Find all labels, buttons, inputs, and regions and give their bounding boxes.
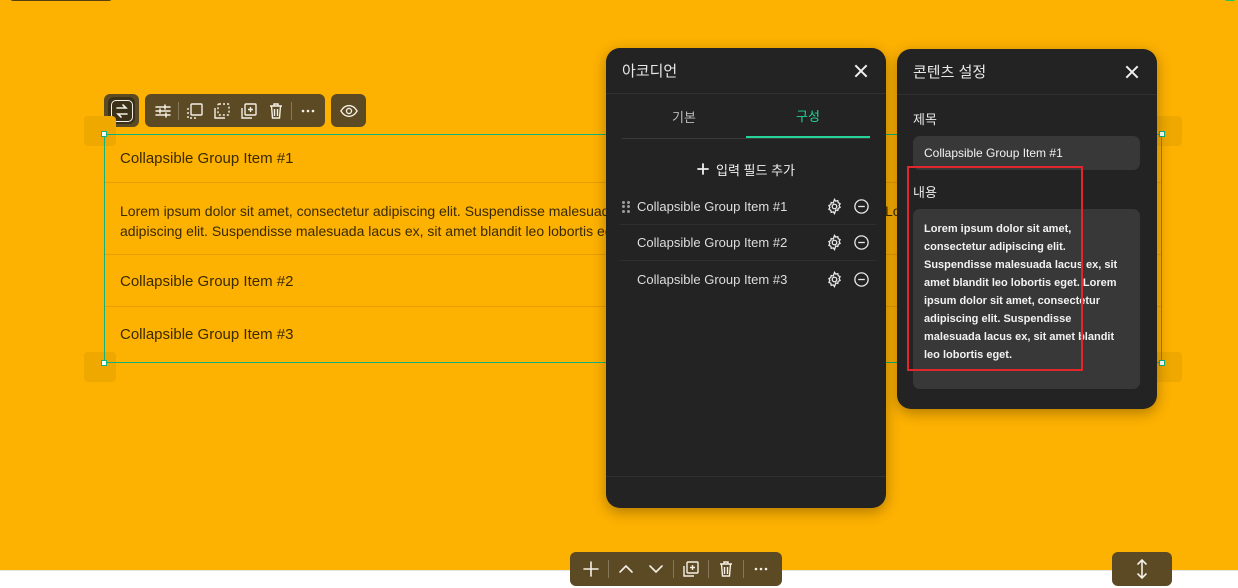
remove-circle-icon[interactable] <box>853 234 870 251</box>
field-item[interactable]: Collapsible Group Item #2 <box>620 225 876 261</box>
accordion-item-title: Collapsible Group Item #2 <box>120 272 294 290</box>
panel-title: 아코디언 <box>622 63 678 80</box>
plus-icon <box>583 561 599 577</box>
chevron-down-icon <box>649 565 663 574</box>
tab-basic[interactable]: 기본 <box>622 94 746 138</box>
settings-sliders-button[interactable] <box>149 97 176 124</box>
close-icon[interactable] <box>1125 65 1139 79</box>
sliders-icon <box>154 103 171 118</box>
duplicate-icon <box>683 561 699 577</box>
top-section-tab <box>10 0 112 1</box>
field-item[interactable]: Collapsible Group Item #3 <box>620 261 876 297</box>
content-textarea[interactable]: Lorem ipsum dolor sit amet, consectetur … <box>913 209 1140 389</box>
element-toolbar <box>104 94 366 128</box>
add-field-label: 입력 필드 추가 <box>716 162 795 178</box>
accordion-item-title: Collapsible Group Item #1 <box>120 150 294 167</box>
content-field-label: 내용 <box>913 185 937 200</box>
panel-tabs: 기본 구성 <box>622 94 870 139</box>
vertical-resize-icon <box>1137 558 1147 580</box>
add-section-button[interactable] <box>576 556 606 583</box>
toolbar-group-view <box>331 94 366 127</box>
section-toolbar <box>570 552 782 586</box>
trash-icon <box>720 561 732 577</box>
preview-button[interactable] <box>335 97 362 124</box>
trash-icon <box>269 102 282 119</box>
dashed-copy-icon <box>186 102 203 119</box>
tab-config[interactable]: 구성 <box>746 94 870 138</box>
paste-style-button[interactable] <box>208 97 235 124</box>
delete-section-button[interactable] <box>711 556 741 583</box>
field-item[interactable]: Collapsible Group Item #1 <box>620 189 876 225</box>
more-dots-icon <box>754 567 768 571</box>
toolbar-separator <box>291 101 292 120</box>
title-field-label: 제목 <box>913 112 937 127</box>
content-panel-header: 콘텐츠 설정 <box>897 49 1157 95</box>
gear-icon[interactable] <box>826 234 843 251</box>
plus-icon <box>697 163 709 175</box>
eye-icon <box>339 104 358 117</box>
field-item-label: Collapsible Group Item #2 <box>637 235 788 250</box>
toolbar-group-edit <box>145 94 325 127</box>
accordion-panel: 아코디언 기본 구성 입력 필드 추가 Collapsible Group It… <box>606 48 886 508</box>
field-item-label: Collapsible Group Item #3 <box>637 271 788 287</box>
more-dots-icon <box>301 109 314 112</box>
field-list: Collapsible Group Item #1 Collapsible Gr… <box>620 189 876 297</box>
gear-icon[interactable] <box>826 198 843 215</box>
title-input[interactable]: Collapsible Group Item #1 <box>913 136 1140 170</box>
more-button[interactable] <box>294 97 321 124</box>
dashed-paste-icon <box>213 102 230 119</box>
duplicate-button[interactable] <box>235 97 262 124</box>
field-item-label: Collapsible Group Item #1 <box>637 199 788 214</box>
top-right-indicator <box>1224 0 1236 1</box>
move-up-button[interactable] <box>611 556 641 583</box>
move-down-button[interactable] <box>641 556 671 583</box>
duplicate-icon <box>240 102 257 119</box>
accordion-item-title: Collapsible Group Item #3 <box>120 326 294 343</box>
content-settings-panel: 콘텐츠 설정 제목 Collapsible Group Item #1 내용 L… <box>897 49 1157 409</box>
gear-icon[interactable] <box>826 270 843 288</box>
copy-style-button[interactable] <box>181 97 208 124</box>
delete-button[interactable] <box>262 97 289 124</box>
drag-handle-icon[interactable] <box>622 201 630 213</box>
accordion-panel-header: 아코디언 <box>606 48 886 94</box>
remove-circle-icon[interactable] <box>853 271 870 288</box>
toolbar-separator <box>178 101 179 120</box>
chevron-up-icon <box>619 564 633 573</box>
add-field-button[interactable]: 입력 필드 추가 <box>606 149 886 189</box>
toolbar-separator <box>708 560 709 578</box>
remove-circle-icon[interactable] <box>853 198 870 215</box>
panel-footer <box>606 476 886 508</box>
toolbar-separator <box>608 560 609 578</box>
section-resize-button[interactable] <box>1112 552 1172 586</box>
duplicate-section-button[interactable] <box>676 556 706 583</box>
toolbar-separator <box>743 560 744 578</box>
section-more-button[interactable] <box>746 556 776 583</box>
panel-title: 콘텐츠 설정 <box>913 64 987 81</box>
toolbar-separator <box>673 560 674 578</box>
close-icon[interactable] <box>854 64 868 78</box>
